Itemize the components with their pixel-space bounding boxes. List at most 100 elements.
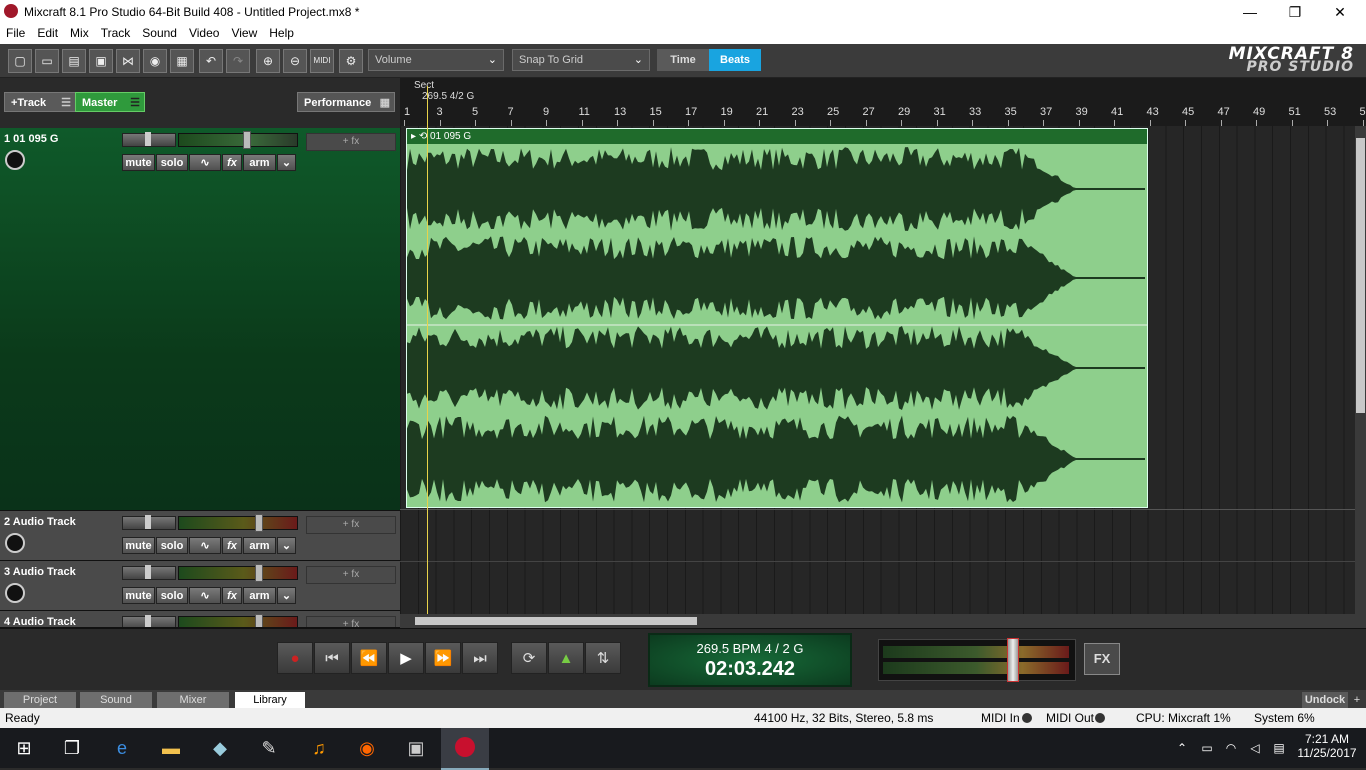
volume-slider[interactable]	[178, 614, 298, 627]
menu-help[interactable]: Help	[263, 24, 300, 40]
solo-button[interactable]: solo	[156, 154, 188, 171]
mute-button[interactable]: mute	[122, 537, 155, 554]
track-row[interactable]: 1 01 095 G + fx mute solo ∿ fx arm ⌄	[0, 128, 400, 511]
windows-start-icon[interactable]: ⊞	[12, 736, 36, 760]
mute-button[interactable]: mute	[122, 154, 155, 171]
chevron-down-icon[interactable]: ⌄	[277, 587, 296, 604]
maximize-button[interactable]: ❐	[1275, 2, 1315, 22]
audio-clip[interactable]: ▸ ⟲ 01 095 G	[406, 128, 1148, 508]
clip-header[interactable]: ▸ ⟲ 01 095 G	[407, 129, 1147, 144]
menu-track[interactable]: Track	[95, 24, 137, 40]
track-row[interactable]: 4 Audio Track + fx	[0, 611, 400, 628]
performance-button[interactable]: Performance ▦	[297, 92, 395, 112]
menu-file[interactable]: File	[0, 24, 31, 40]
paint-icon[interactable]: ✎	[257, 736, 281, 760]
track-row[interactable]: 3 Audio Track + fx mute solo ∿ fx arm ⌄	[0, 561, 400, 611]
file-explorer-icon[interactable]: ▬	[159, 736, 183, 760]
horizontal-scroll-thumb[interactable]	[415, 617, 697, 625]
tab-mixer[interactable]: Mixer	[157, 692, 229, 708]
volume-slider[interactable]	[178, 514, 298, 532]
chevron-down-icon[interactable]: ⌄	[277, 537, 296, 554]
track-row[interactable]: 2 Audio Track + fx mute solo ∿ fx arm ⌄	[0, 511, 400, 561]
view-mode-select[interactable]: Volume ⌄	[368, 49, 504, 71]
pan-slider[interactable]	[122, 132, 176, 147]
pan-slider[interactable]	[122, 615, 176, 627]
menu-video[interactable]: Video	[183, 24, 225, 40]
edge-icon[interactable]: e	[110, 736, 134, 760]
tab-project[interactable]: Project	[4, 692, 76, 708]
playhead[interactable]	[427, 86, 428, 614]
close-button[interactable]: ✕	[1320, 2, 1360, 22]
task-view-icon[interactable]: ❐	[60, 736, 84, 760]
arm-button[interactable]: arm	[243, 154, 276, 171]
volume-knob[interactable]	[255, 614, 263, 627]
control-panel-icon[interactable]: ▣	[404, 736, 428, 760]
share-icon[interactable]: ⋈	[116, 49, 140, 73]
volume-slider[interactable]	[178, 131, 298, 149]
midi-icon[interactable]: MIDI	[310, 49, 334, 73]
chevron-down-icon[interactable]: ⌄	[277, 154, 296, 171]
loop-button[interactable]: ⟳	[511, 642, 547, 674]
fx-button[interactable]: fx	[222, 587, 242, 604]
vertical-scroll-thumb[interactable]	[1356, 138, 1365, 413]
pan-slider[interactable]	[122, 565, 176, 580]
solo-button[interactable]: solo	[156, 537, 188, 554]
render-icon[interactable]: ▦	[170, 49, 194, 73]
add-fx-slot[interactable]: + fx	[306, 566, 396, 584]
play-button[interactable]: ▶	[388, 642, 424, 674]
undo-icon[interactable]: ↶	[199, 49, 223, 73]
arm-button[interactable]: arm	[243, 587, 276, 604]
skip-start-button[interactable]: ⏮	[314, 642, 350, 674]
menu-view[interactable]: View	[225, 24, 263, 40]
keyboard-icon[interactable]: ▤	[1270, 736, 1288, 760]
master-track-button[interactable]: Master ☰	[75, 92, 145, 112]
vertical-scrollbar[interactable]	[1355, 126, 1366, 614]
master-volume-knob[interactable]	[1007, 638, 1019, 682]
zoom-in-icon[interactable]: ⊕	[256, 49, 280, 73]
volume-slider[interactable]	[178, 564, 298, 582]
clock[interactable]: 7:21 AM 11/25/2017	[1296, 732, 1358, 760]
arm-button[interactable]: arm	[243, 537, 276, 554]
fx-button[interactable]: fx	[222, 154, 242, 171]
speaker-icon[interactable]	[5, 150, 25, 170]
tempo-marker[interactable]: 269.5 4/2 G	[422, 91, 474, 102]
pan-knob[interactable]	[145, 132, 151, 146]
add-fx-slot[interactable]: + fx	[306, 516, 396, 534]
solo-button[interactable]: solo	[156, 587, 188, 604]
new-icon[interactable]: ▢	[8, 49, 32, 73]
battery-icon[interactable]: ▭	[1198, 736, 1216, 760]
pan-knob[interactable]	[145, 565, 151, 579]
menu-mix[interactable]: Mix	[64, 24, 95, 40]
wifi-icon[interactable]: ◠	[1222, 736, 1240, 760]
pan-knob[interactable]	[145, 615, 151, 627]
time-display[interactable]: 269.5 BPM 4 / 2 G 02:03.242	[648, 633, 852, 687]
volume-knob[interactable]	[255, 564, 263, 582]
open-recent-icon[interactable]: ▤	[62, 49, 86, 73]
metronome-button[interactable]: ▲	[548, 642, 584, 674]
pan-slider[interactable]	[122, 515, 176, 530]
fx-button[interactable]: fx	[222, 537, 242, 554]
automation-icon[interactable]: ∿	[189, 154, 221, 171]
automation-icon[interactable]: ∿	[189, 537, 221, 554]
pan-knob[interactable]	[145, 515, 151, 529]
speaker-icon[interactable]	[5, 533, 25, 553]
section-marker[interactable]: Sect	[414, 80, 434, 91]
chevron-up-icon[interactable]: ⌃	[1174, 736, 1190, 760]
skip-end-button[interactable]: ⏭	[462, 642, 498, 674]
fast-forward-button[interactable]: ⏩	[425, 642, 461, 674]
minimize-button[interactable]: —	[1230, 2, 1270, 22]
clip-loop-icon[interactable]: ⟲	[419, 131, 430, 142]
speaker-icon[interactable]	[5, 583, 25, 603]
music-icon[interactable]: ♫	[307, 736, 331, 760]
menu-sound[interactable]: Sound	[136, 24, 183, 40]
rewind-button[interactable]: ⏪	[351, 642, 387, 674]
clip-play-icon[interactable]: ▸	[411, 131, 419, 142]
volume-knob[interactable]	[255, 514, 263, 532]
redo-icon[interactable]: ↷	[226, 49, 250, 73]
beats-toggle[interactable]: Beats	[709, 49, 761, 71]
add-fx-slot[interactable]: + fx	[306, 133, 396, 151]
tab-sound[interactable]: Sound	[80, 692, 152, 708]
add-fx-slot[interactable]: + fx	[306, 616, 396, 627]
sync-button[interactable]: ⇅	[585, 642, 621, 674]
open-icon[interactable]: ▭	[35, 49, 59, 73]
